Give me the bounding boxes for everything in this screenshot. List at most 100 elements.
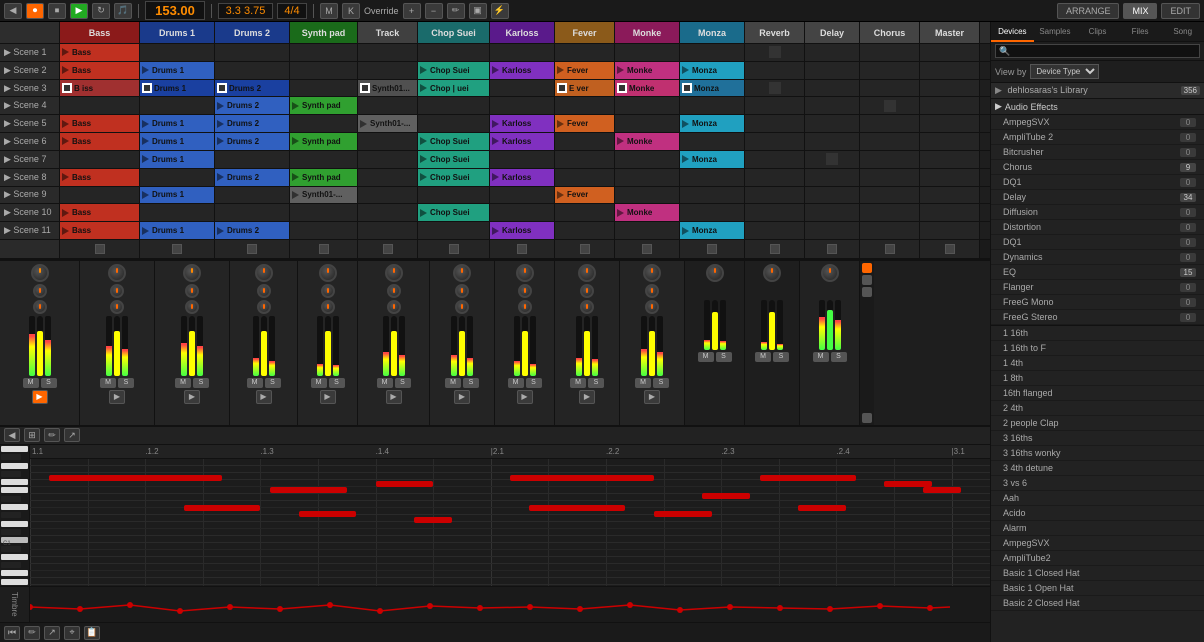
solo-bass[interactable]: S — [41, 378, 57, 388]
track-header-synth[interactable]: Synth pad — [290, 22, 358, 43]
knob-pan-master[interactable] — [821, 264, 839, 282]
clip-drums2-10[interactable] — [215, 204, 290, 221]
track-header-delay[interactable]: Delay — [805, 22, 860, 43]
clip-bass-8[interactable]: Bass — [60, 169, 140, 186]
knob-pan-chop[interactable] — [385, 264, 403, 282]
clip-chop-4[interactable] — [418, 97, 490, 114]
arm-synth[interactable]: ▶ — [256, 390, 272, 404]
add-btn[interactable]: + — [403, 3, 421, 19]
clip-chorus-5[interactable] — [860, 115, 920, 132]
mute-drums2[interactable]: M — [175, 378, 191, 388]
piano-key-10[interactable] — [1, 521, 28, 527]
clip-reverb-5[interactable] — [745, 115, 805, 132]
track-header-track[interactable]: Track — [358, 22, 418, 43]
browser-item-distortion[interactable]: Distortion 0 — [991, 220, 1204, 235]
arm-fever[interactable]: ▶ — [517, 390, 533, 404]
tempo-display[interactable]: 153.00 — [145, 1, 205, 20]
fader-monke[interactable] — [584, 316, 590, 376]
clip-chop-5[interactable] — [418, 115, 490, 132]
clip-fever-3[interactable]: E ver — [555, 80, 615, 97]
clip-bass-10[interactable]: Bass — [60, 204, 140, 221]
clip-reverb-10[interactable] — [745, 204, 805, 221]
solo-drums1[interactable]: S — [118, 378, 134, 388]
clip-delay-10[interactable] — [805, 204, 860, 221]
clip-item-14[interactable]: Alarm — [991, 521, 1204, 536]
browser-item-eq[interactable]: EQ 15 — [991, 265, 1204, 280]
fader-monza[interactable] — [649, 316, 655, 376]
knob-s1-chop[interactable] — [387, 284, 401, 298]
clip-drums1-7[interactable]: Drums 1 — [140, 151, 215, 168]
mute-monke[interactable]: M — [570, 378, 586, 388]
clip-bass-11[interactable]: Bass — [60, 222, 140, 239]
arm-karloss[interactable]: ▶ — [454, 390, 470, 404]
solo-fever[interactable]: S — [526, 378, 542, 388]
metronome-button[interactable]: 🎵 — [114, 3, 132, 19]
clip-drums1-4[interactable] — [140, 97, 215, 114]
stop-button[interactable]: ⏹ — [48, 3, 66, 19]
piano-key-9[interactable] — [1, 512, 21, 518]
knob-s2-drums1[interactable] — [110, 300, 124, 314]
position-display[interactable]: 3.3 3.75 — [218, 3, 273, 19]
knob-s1-track[interactable] — [321, 284, 335, 298]
midi-btn[interactable]: M — [320, 3, 338, 19]
clip-monke-2[interactable]: Monke — [615, 62, 680, 79]
knob-s2-fever[interactable] — [518, 300, 532, 314]
clip-track-2[interactable] — [358, 62, 418, 79]
clip-chorus-1[interactable] — [860, 44, 920, 61]
fader-drums1[interactable] — [114, 316, 120, 376]
clip-karloss-7[interactable] — [490, 151, 555, 168]
knob-pan-reverb[interactable] — [706, 264, 724, 282]
browser-item-dq1[interactable]: DQ1 0 — [991, 175, 1204, 190]
clip-item-15[interactable]: AmpegSVX — [991, 536, 1204, 551]
clip-synth-4[interactable]: Synth pad — [290, 97, 358, 114]
mute-monza[interactable]: M — [635, 378, 651, 388]
scene-label-9[interactable]: ▶ Scene 9 — [0, 187, 60, 204]
note-2[interactable] — [270, 487, 347, 493]
key-btn[interactable]: K — [342, 3, 360, 19]
arrange-tab[interactable]: ARRANGE — [1057, 3, 1120, 19]
clip-monke-10[interactable]: Monke — [615, 204, 680, 221]
piano-key-2[interactable] — [1, 454, 21, 460]
clip-synth-6[interactable]: Synth pad — [290, 133, 358, 150]
clip-chop-11[interactable] — [418, 222, 490, 239]
bt-btn-1[interactable]: ⏮ — [4, 626, 20, 640]
knob-send2-bass[interactable] — [33, 300, 47, 314]
solo-karloss[interactable]: S — [463, 378, 479, 388]
clip-fever-1[interactable] — [555, 44, 615, 61]
clip-synth-3[interactable] — [290, 80, 358, 97]
stop-synth[interactable] — [290, 240, 358, 258]
clip-monza-10[interactable] — [680, 204, 745, 221]
knob-s2-monke[interactable] — [580, 300, 594, 314]
clip-chorus-11[interactable] — [860, 222, 920, 239]
browser-item-diffusion[interactable]: Diffusion 0 — [991, 205, 1204, 220]
track-header-karloss[interactable]: Karloss — [490, 22, 555, 43]
solo-synth[interactable]: S — [265, 378, 281, 388]
bt-btn-3[interactable]: ↗ — [44, 626, 60, 640]
stop-reverb[interactable] — [745, 240, 805, 258]
clip-item-8[interactable]: 3 16ths — [991, 431, 1204, 446]
note-14[interactable] — [798, 505, 846, 511]
scene-label-4[interactable]: ▶ Scene 4 — [0, 97, 60, 114]
clip-synth-1[interactable] — [290, 44, 358, 61]
clip-edit-zoom[interactable]: ⊞ — [24, 428, 40, 442]
stop-chop[interactable] — [418, 240, 490, 258]
clip-drums2-1[interactable] — [215, 44, 290, 61]
clip-item-18[interactable]: Basic 1 Open Hat — [991, 581, 1204, 596]
clip-monza-11[interactable]: Monza — [680, 222, 745, 239]
clip-drums2-2[interactable] — [215, 62, 290, 79]
clip-chop-2[interactable]: Chop Suei — [418, 62, 490, 79]
stop-drums1[interactable] — [140, 240, 215, 258]
draw-btn[interactable]: ✏ — [447, 3, 465, 19]
knob-s1-monza[interactable] — [645, 284, 659, 298]
mute-master[interactable]: M — [813, 352, 829, 362]
clip-item-10[interactable]: 3 4th detune — [991, 461, 1204, 476]
clip-reverb-6[interactable] — [745, 133, 805, 150]
stop-delay[interactable] — [805, 240, 860, 258]
mix-tab[interactable]: MIX — [1123, 3, 1157, 19]
clip-edit-back[interactable]: ◀ — [4, 428, 20, 442]
clip-reverb-2[interactable] — [745, 62, 805, 79]
clip-delay-4[interactable] — [805, 97, 860, 114]
piano-key-7[interactable] — [1, 496, 21, 502]
mute-karloss[interactable]: M — [445, 378, 461, 388]
piano-key-4[interactable] — [1, 471, 21, 477]
